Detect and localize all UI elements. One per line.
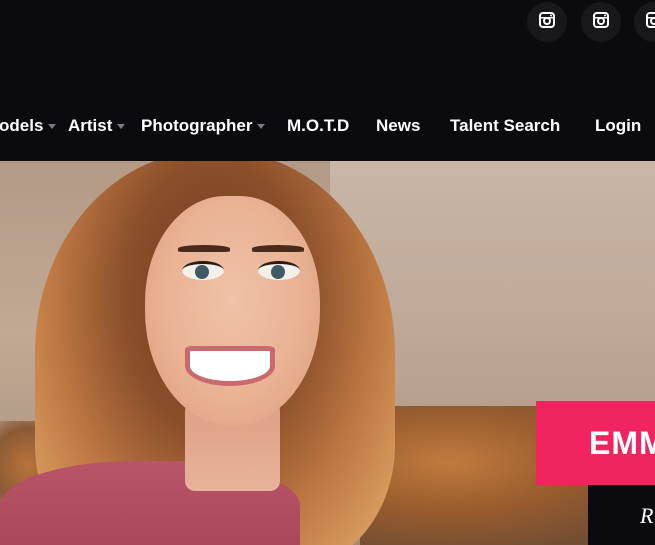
nav-item-label: odels (0, 116, 44, 135)
model-eye-left (182, 261, 224, 280)
nav-item-motd[interactable]: M.O.T.D (287, 90, 349, 161)
model-subtitle: R (640, 503, 654, 528)
top-bar (0, 0, 655, 90)
nav-item-label: Talent Search (450, 116, 561, 135)
model-eye-right (258, 261, 300, 280)
nav-item-models[interactable]: odels (0, 90, 57, 161)
nav-item-login[interactable]: Login (595, 90, 641, 161)
model-name-banner[interactable]: EMM (536, 401, 655, 485)
main-nav: odels Artist Photographer M.O.T.D News T… (0, 90, 655, 161)
nav-item-label: Login (595, 116, 642, 135)
instagram-icon (539, 11, 555, 33)
instagram-link-2[interactable] (581, 2, 621, 42)
model-subtitle-banner: R (588, 485, 655, 545)
model-brow-right (252, 245, 304, 252)
nav-item-label: Artist (68, 116, 113, 135)
nav-item-label: M.O.T.D (287, 116, 350, 135)
hero-image (0, 161, 655, 545)
chevron-down-icon (48, 124, 57, 129)
chevron-down-icon (257, 124, 266, 129)
instagram-icon (646, 11, 655, 33)
model-face (145, 196, 320, 426)
instagram-icon (593, 11, 609, 33)
instagram-link-3[interactable] (634, 2, 655, 42)
model-name: EMM (589, 425, 655, 461)
model-smile (185, 346, 275, 386)
nav-item-news[interactable]: News (376, 90, 420, 161)
model-brow-left (178, 245, 230, 252)
nav-item-artist[interactable]: Artist (68, 90, 126, 161)
nav-item-talent-search[interactable]: Talent Search (450, 90, 560, 161)
nav-item-label: Photographer (141, 116, 253, 135)
chevron-down-icon (117, 124, 126, 129)
nav-item-photographer[interactable]: Photographer (141, 90, 266, 161)
instagram-link-1[interactable] (527, 2, 567, 42)
nav-item-label: News (376, 116, 421, 135)
